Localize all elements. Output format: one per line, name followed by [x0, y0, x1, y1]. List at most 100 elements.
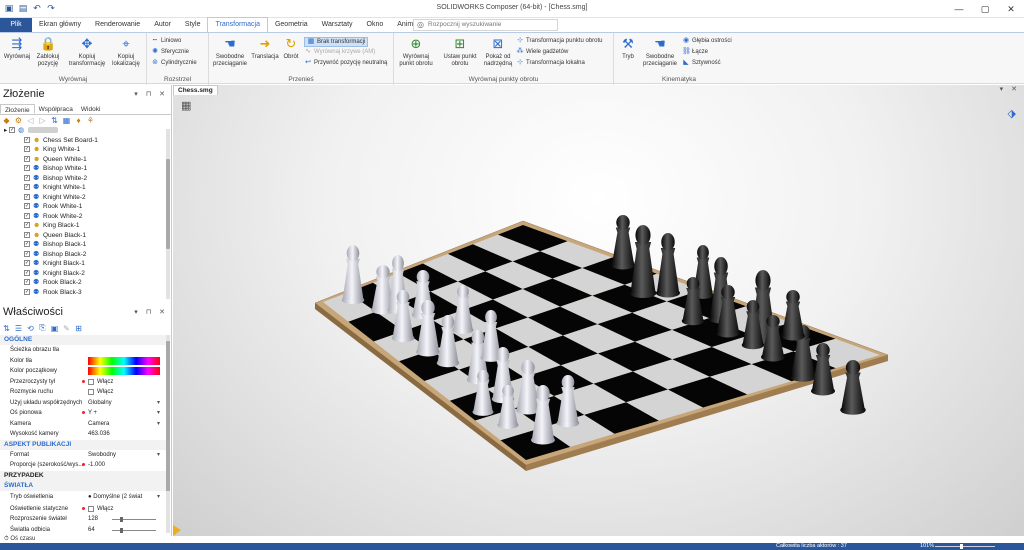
tree-item[interactable]: ✓ ⚉ Knight Black-1: [0, 259, 166, 269]
group-icon[interactable]: ♦: [74, 116, 83, 125]
tab-author[interactable]: Autor: [147, 18, 178, 32]
tree-checkbox[interactable]: ✓: [24, 288, 30, 295]
stiffness-button[interactable]: ◣ Sztywność: [682, 59, 720, 67]
specular-slider[interactable]: [112, 527, 156, 533]
props-copy-icon[interactable]: ⎘: [38, 323, 47, 333]
copy-location-button[interactable]: ⌖ Kopiuj lokalizację: [107, 36, 145, 68]
prop-row[interactable]: Oś pionowa Y + ▾: [0, 408, 168, 419]
tab-home[interactable]: Ekran główny: [32, 18, 88, 32]
subtab-collaboration[interactable]: Współpraca: [35, 104, 77, 114]
back-icon[interactable]: ◁: [26, 116, 35, 125]
grid-icon[interactable]: ▦: [62, 116, 71, 125]
props-save-icon[interactable]: ▣: [50, 324, 59, 333]
prop-row[interactable]: Oświetlenie statyczne Włącz: [0, 504, 168, 515]
assembly-select-icon[interactable]: ⚙: [14, 116, 23, 125]
tree-item[interactable]: ✓ ☻ King White-1: [0, 145, 166, 155]
tree-checkbox[interactable]: ✓: [24, 155, 30, 162]
prop-row[interactable]: Kolor tła: [0, 356, 168, 367]
categorize-icon[interactable]: ☰: [14, 324, 23, 333]
tree-checkbox[interactable]: ✓: [24, 136, 30, 143]
tree-root[interactable]: ▸ ✓ ◍: [0, 126, 166, 136]
tree-item[interactable]: ✓ ⚉ Rook White-1: [0, 202, 166, 212]
scatter-cylindrical-button[interactable]: ⊚ Cylindrycznie: [151, 59, 197, 67]
tree-item[interactable]: ✓ ☻ King Black-1: [0, 221, 166, 231]
prop-row[interactable]: Rozproszenie świateł 128: [0, 514, 168, 525]
prop-row[interactable]: Ścieżka obrazu tła: [0, 345, 168, 356]
tree-item[interactable]: ✓ ⚉ Bishop Black-1: [0, 240, 166, 250]
chevron-down-icon[interactable]: ▾: [157, 408, 160, 419]
chevron-down-icon[interactable]: ▾: [157, 419, 160, 430]
tree-item[interactable]: ✓ ⚉ Rook Black-2: [0, 278, 166, 288]
tree-checkbox[interactable]: ✓: [24, 241, 30, 248]
tree-scrollbar[interactable]: [166, 129, 170, 299]
align-curve-button[interactable]: ∿ Wyrównaj krzywe (AM): [304, 48, 375, 56]
align-button[interactable]: ⇶ Wyrównaj: [2, 36, 32, 61]
properties-panel-controls[interactable]: ▾ ⊓ ✕: [134, 308, 168, 316]
prop-row[interactable]: Tryb oświetlenia ● Domyślne (2 świat ▾: [0, 491, 168, 504]
tree-checkbox[interactable]: ✓: [24, 250, 30, 257]
prop-row[interactable]: Przezroczysty tył Włącz: [0, 377, 168, 388]
tab-style[interactable]: Style: [178, 18, 208, 32]
mode-button[interactable]: ⚒ Tryb: [616, 36, 640, 61]
section-cutting[interactable]: PRZYPADEK: [0, 470, 168, 481]
prop-row[interactable]: Kamera Camera ▾: [0, 419, 168, 430]
no-transform-button[interactable]: ▦ Brak transformacji: [304, 37, 369, 47]
tree-item[interactable]: ✓ ☻ Chess Set Board-1: [0, 136, 166, 146]
assembly-panel-controls[interactable]: ▾ ⊓ ✕: [134, 90, 168, 98]
section-lights[interactable]: ŚWIATŁA: [0, 480, 168, 491]
chevron-down-icon[interactable]: ▾: [157, 450, 160, 461]
tab-window[interactable]: Okno: [360, 18, 391, 32]
tree-checkbox[interactable]: ✓: [24, 279, 30, 286]
tab-geometry[interactable]: Geometria: [268, 18, 315, 32]
tree-item[interactable]: ✓ ⚉ Knight Black-2: [0, 269, 166, 279]
properties-scrollbar[interactable]: [166, 335, 170, 533]
tree-checkbox[interactable]: ✓: [24, 146, 30, 153]
tree-item[interactable]: ✓ ⚉ Rook White-2: [0, 212, 166, 222]
zoom-slider-knob[interactable]: [960, 544, 963, 549]
prop-checkbox[interactable]: [88, 378, 94, 385]
slider-knob[interactable]: [120, 527, 123, 533]
search-input[interactable]: ◎ Rozpocznij wyszukiwanie: [413, 19, 558, 31]
forward-icon[interactable]: ▷: [38, 116, 47, 125]
rotate-button[interactable]: ↻ Obrót: [280, 36, 302, 61]
background-color-swatch[interactable]: [88, 356, 160, 365]
set-pivot-button[interactable]: ⊞ Ustaw punkt obrotu: [440, 36, 480, 68]
tree-checkbox[interactable]: ✓: [24, 165, 30, 172]
subtab-assembly[interactable]: Złożenie: [0, 104, 35, 114]
tree-item[interactable]: ✓ ☻ Queen Black-1: [0, 231, 166, 241]
filter-icon[interactable]: ◆: [2, 116, 11, 125]
subtab-views[interactable]: Widoki: [77, 104, 105, 114]
3d-viewport[interactable]: Chess.smg ▾ ✕ ▦ ⬗: [173, 85, 1024, 536]
copy-transform-button[interactable]: ✥ Kopiuj transformację: [68, 36, 106, 68]
tree-item[interactable]: ✓ ⚉ Bishop White-2: [0, 174, 166, 184]
diffuse-slider[interactable]: [112, 517, 156, 522]
tree-checkbox[interactable]: ✓: [24, 269, 30, 276]
tree-checkbox[interactable]: ✓: [24, 212, 30, 219]
tree-item[interactable]: ✓ ⚉ Knight White-2: [0, 193, 166, 203]
scatter-linear-button[interactable]: ┅ Liniowo: [151, 37, 181, 45]
timeline-tab[interactable]: ⏱ Oś czasu: [0, 536, 172, 543]
zoom-slider[interactable]: [935, 546, 995, 547]
local-transform-button[interactable]: ⊹ Transformacja lokalna: [516, 59, 585, 67]
lock-position-button[interactable]: 🔒 Zablokuj pozycję: [32, 36, 64, 68]
restore-neutral-button[interactable]: ↩ Przywróć pozycję neutralną: [304, 59, 387, 67]
free-drag-button[interactable]: ☚ Swobodne przeciąganie: [211, 36, 249, 68]
slider-knob[interactable]: [120, 517, 123, 522]
pivot-transform-button[interactable]: ⊹ Transformacja punktu obrotu: [516, 37, 602, 45]
links-button[interactable]: ⛓Łącze: [682, 48, 708, 56]
start-color-swatch[interactable]: [88, 367, 160, 375]
prop-checkbox[interactable]: [88, 389, 94, 395]
show-parent-button[interactable]: ⊠ Pokaż od nadrzędną: [482, 36, 514, 68]
props-edit-icon[interactable]: ✎: [62, 324, 71, 333]
tree-item[interactable]: ✓ ⚉ Rook Black-3: [0, 288, 166, 298]
tree-item[interactable]: ✓ ⚉ Knight White-1: [0, 183, 166, 193]
tree-checkbox[interactable]: ✓: [24, 222, 30, 229]
tab-workshops[interactable]: Warsztaty: [315, 18, 360, 32]
tab-file[interactable]: Plik: [0, 18, 32, 32]
tab-render[interactable]: Renderowanie: [88, 18, 147, 32]
minimize-icon[interactable]: —: [946, 0, 972, 18]
section-publication[interactable]: ASPEKT PUBLIKACJI: [0, 439, 168, 450]
tree-checkbox[interactable]: ✓: [24, 184, 30, 191]
prop-row[interactable]: Światła odbicia 64: [0, 525, 168, 534]
tree-scroll-thumb[interactable]: [166, 159, 170, 249]
